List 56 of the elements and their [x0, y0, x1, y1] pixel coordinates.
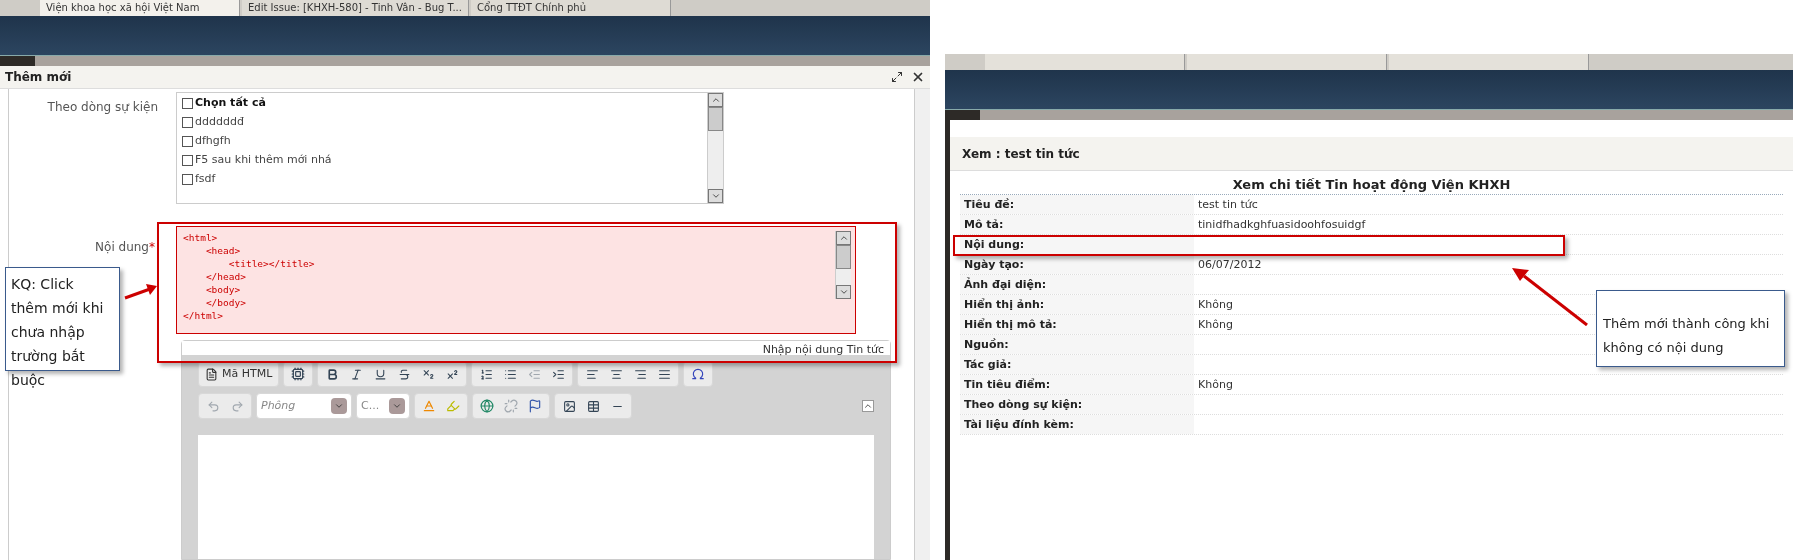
label-cell: Hiển thị ảnh: [960, 295, 1194, 314]
label-cell: Tài liệu đính kèm: [960, 415, 1194, 434]
scrollbar[interactable] [835, 231, 851, 299]
checkbox-label: Chọn tất cả [195, 94, 266, 111]
checkbox-label: ddddddđ [195, 113, 244, 130]
close-icon[interactable] [911, 70, 925, 84]
value-cell: Không [1198, 378, 1233, 391]
value-cell: tinidfhadkghfuasidoohfosuidgf [1198, 218, 1366, 231]
value-cell: Không [1198, 318, 1233, 331]
code-editor[interactable]: <html> <head> <title></title> </head> <body> </body> </html> [176, 226, 856, 334]
checkbox[interactable] [182, 173, 193, 185]
tab-title: Cổng TTĐT Chính phủ [477, 3, 586, 13]
scroll-thumb[interactable] [836, 245, 851, 269]
checkbox[interactable] [182, 116, 193, 128]
font-select[interactable]: Phông [256, 393, 352, 419]
callout-text: Thêm mới thành công khi không có nội dung [1603, 316, 1770, 355]
label-cell: Nguồn: [960, 335, 1194, 354]
editor-hint: Nhập nội dung Tin tức [762, 343, 884, 356]
value-cell: test tin tức [1198, 198, 1258, 211]
checkbox[interactable] [182, 135, 193, 147]
tab-title: Edit Issue: [KHXH-580] - Tinh Vân - Bug T... [248, 3, 462, 13]
html-button[interactable]: Mã HTML [198, 361, 280, 387]
checkbox[interactable] [182, 154, 193, 166]
value-cell: 06/07/2012 [1198, 258, 1262, 271]
browser-tab[interactable]: Viện khoa học xã hội Việt Nam [40, 0, 240, 16]
label-cell: Tin tiêu điểm: [960, 375, 1194, 394]
scrollbar[interactable] [707, 93, 723, 203]
caret-icon [334, 401, 344, 411]
checkbox[interactable] [182, 97, 193, 109]
value-cell: Không [1198, 298, 1233, 311]
browser-tab[interactable]: Cổng TTĐT Chính phủ [471, 0, 671, 16]
arrow [124, 284, 158, 300]
size-select[interactable]: C... [356, 393, 410, 419]
checkbox-label: F5 sau khi thêm mới nhá [195, 151, 332, 168]
browser-tab[interactable]: Edit Issue: [KHXH-580] - Tinh Vân - Bug T... [242, 0, 469, 16]
document-icon [205, 367, 218, 381]
label-cell: Ảnh đại diện: [960, 275, 1194, 294]
caret-icon [392, 401, 402, 411]
tab-title: Viện khoa học xã hội Việt Nam [46, 3, 200, 13]
callout-text: KQ: Click thêm mới khi chưa nhập trường bắt buộc [11, 276, 104, 388]
field-label: Theo dòng sự kiện [47, 100, 158, 114]
scrollbar[interactable] [914, 89, 930, 560]
detail-heading: Xem chi tiết Tin hoạt động Viện KHXH [1232, 175, 1511, 194]
dialog-title: Xem : test tin tức [962, 145, 1080, 163]
label-cell: Theo dòng sự kiện: [960, 395, 1194, 414]
label-cell: Hiển thị mô tả: [960, 315, 1194, 334]
label-cell: Tiêu đề: [960, 195, 1194, 214]
scroll-thumb[interactable] [708, 107, 723, 131]
maximize-icon[interactable] [891, 71, 903, 83]
checkbox-label: dfhgfh [195, 132, 231, 149]
field-label: Nội dung* [95, 240, 155, 254]
collapse-icon[interactable] [862, 400, 874, 412]
checkbox-label: fsdf [195, 170, 216, 187]
label-cell: Tác giả: [960, 355, 1194, 374]
label-cell: Mô tả: [960, 215, 1194, 234]
dialog-title: Thêm mới [5, 69, 72, 86]
